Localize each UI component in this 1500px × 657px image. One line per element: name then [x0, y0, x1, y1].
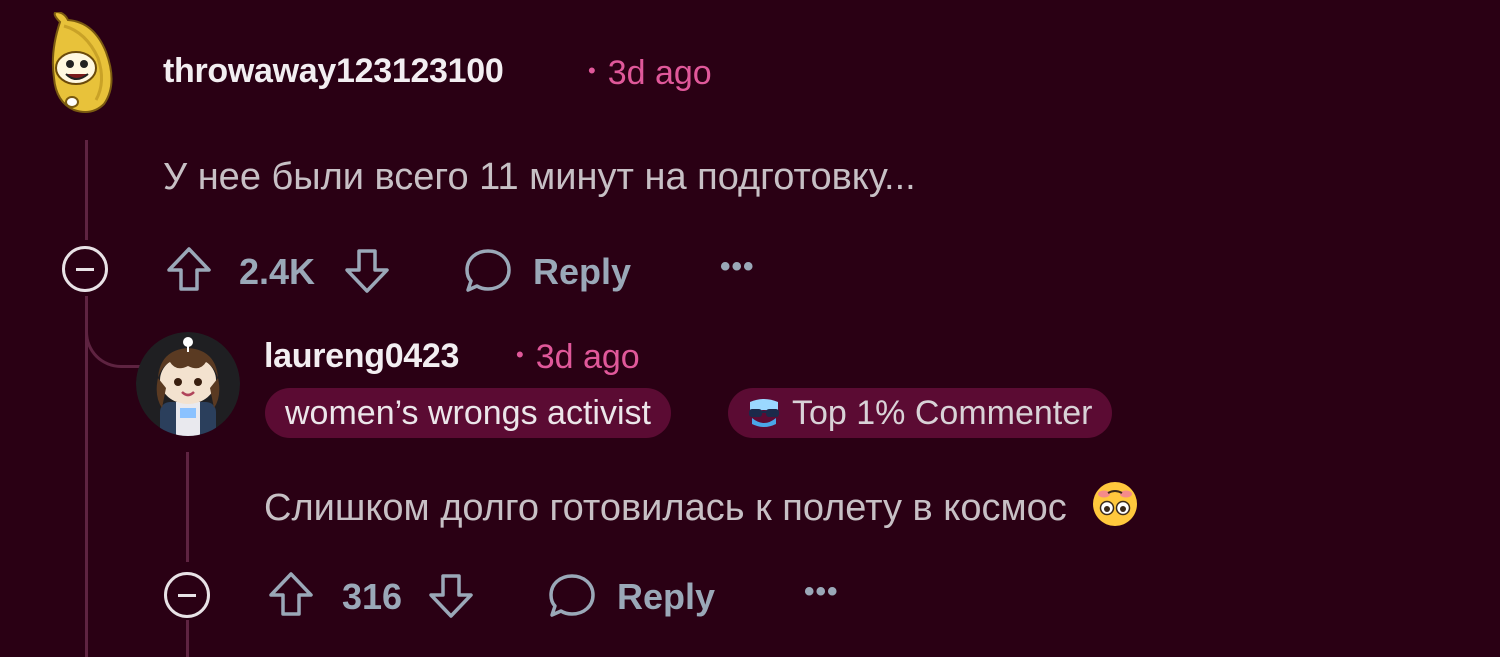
flushed-upside-face-emoji-icon: [1093, 482, 1138, 526]
sunglasses-badge-icon: [749, 399, 779, 427]
comment-body-text: Слишком долго готовилась к полету в косм…: [264, 487, 1067, 529]
reply-bubble-icon-reply[interactable]: [547, 571, 597, 621]
thread-line-root[interactable]: [85, 140, 88, 240]
upvote-icon-reply[interactable]: [266, 569, 316, 619]
vote-score: 2.4K: [239, 251, 316, 292]
upvote-icon[interactable]: [164, 244, 214, 294]
downvote-icon-reply[interactable]: [426, 571, 476, 621]
more-options-button[interactable]: •••: [720, 250, 755, 284]
comment-timestamp[interactable]: • 3d ago: [588, 54, 712, 93]
badge-label: Top 1% Commenter: [792, 394, 1093, 432]
timestamp-text: 3d ago: [607, 54, 712, 92]
comment-author[interactable]: throwaway123123100: [163, 52, 504, 91]
banana-avatar-icon: [51, 12, 113, 113]
comment-author-reply[interactable]: laureng0423: [264, 337, 459, 376]
comment-body: У нее были всего 11 минут на подготовку.…: [163, 156, 916, 198]
user-avatar[interactable]: [46, 12, 122, 116]
collapse-thread-button[interactable]: [62, 246, 108, 292]
user-flair: women’s wrongs activist: [265, 388, 671, 438]
comment-body-reply: Слишком долго готовилась к полету в косм…: [264, 480, 1139, 530]
thread-line-reply-lower[interactable]: [186, 620, 189, 657]
collapse-thread-button-reply[interactable]: [164, 572, 210, 618]
user-avatar-reply[interactable]: [136, 332, 240, 436]
vote-score-reply: 316: [342, 576, 403, 617]
top-commenter-badge: Top 1% Commenter: [728, 388, 1113, 438]
more-options-button-reply[interactable]: •••: [804, 575, 839, 609]
thread-line-root-lower[interactable]: [85, 296, 88, 657]
timestamp-text-reply: 3d ago: [535, 338, 640, 376]
comment-thread: throwaway123123100 • 3d ago У нее были вс…: [0, 0, 1500, 657]
reply-button[interactable]: Reply: [533, 251, 631, 293]
downvote-icon[interactable]: [342, 246, 392, 296]
snoo-avatar-icon: [136, 332, 240, 436]
thread-line-reply[interactable]: [186, 452, 189, 562]
reply-button-reply[interactable]: Reply: [617, 576, 715, 618]
comment-timestamp-reply[interactable]: • 3d ago: [516, 338, 640, 377]
thread-connector: [85, 296, 141, 368]
reply-bubble-icon[interactable]: [463, 246, 513, 296]
